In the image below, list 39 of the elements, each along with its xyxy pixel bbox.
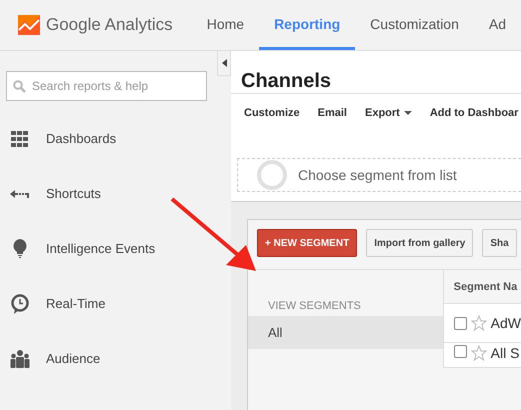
segment-name: All S <box>490 345 520 361</box>
clock-icon <box>11 294 29 314</box>
column-header: Segment Na <box>444 270 521 304</box>
section-heading: VIEW SEGMENTS <box>267 300 362 314</box>
collapse-button[interactable] <box>217 51 231 76</box>
segment-name: AdW <box>490 315 521 331</box>
segment-button[interactable]: Import from gallery <box>366 229 474 257</box>
sidebar-item[interactable]: Intelligence Events <box>46 241 156 256</box>
grid-icon <box>11 130 29 146</box>
nav-tab[interactable]: Ad <box>474 0 521 50</box>
segment-placeholder: Choose segment from list <box>298 167 457 183</box>
logo-icon <box>18 15 40 35</box>
star-icon[interactable] <box>470 345 487 361</box>
segment-picker[interactable]: Choose segment from list <box>237 158 521 192</box>
toolbar-button[interactable]: Customize <box>244 106 300 120</box>
caret-icon <box>404 111 412 115</box>
view-item[interactable]: All <box>248 316 443 349</box>
sidebar-item[interactable]: Dashboards <box>46 131 116 146</box>
toolbar-button[interactable]: Email <box>318 106 347 120</box>
star-icon[interactable] <box>470 315 487 331</box>
caret-icon <box>222 59 226 67</box>
people-icon <box>10 350 30 368</box>
search-field[interactable]: Search reports & help <box>6 71 207 101</box>
report-title: Channels <box>231 51 521 94</box>
segment-button[interactable]: Sha <box>482 229 517 257</box>
app-logo-text: Google Analytics <box>46 15 173 35</box>
checkbox[interactable] <box>454 345 467 358</box>
segment-button[interactable]: + NEW SEGMENT <box>257 229 358 257</box>
arrow-icon <box>10 188 30 198</box>
nav-tab[interactable]: Home <box>192 0 260 50</box>
lightbulb-icon <box>13 238 27 258</box>
spinner-icon <box>256 159 288 191</box>
nav-tab[interactable]: Customization <box>355 0 474 50</box>
checkbox[interactable] <box>454 316 467 330</box>
toolbar-button[interactable]: Export <box>364 106 412 120</box>
toolbar-button[interactable]: Add to Dashboar <box>430 106 518 120</box>
sidebar-item[interactable]: Shortcuts <box>46 186 101 201</box>
sidebar-item[interactable]: Real-Time <box>46 296 106 311</box>
sidebar-item[interactable]: Audience <box>46 351 100 366</box>
